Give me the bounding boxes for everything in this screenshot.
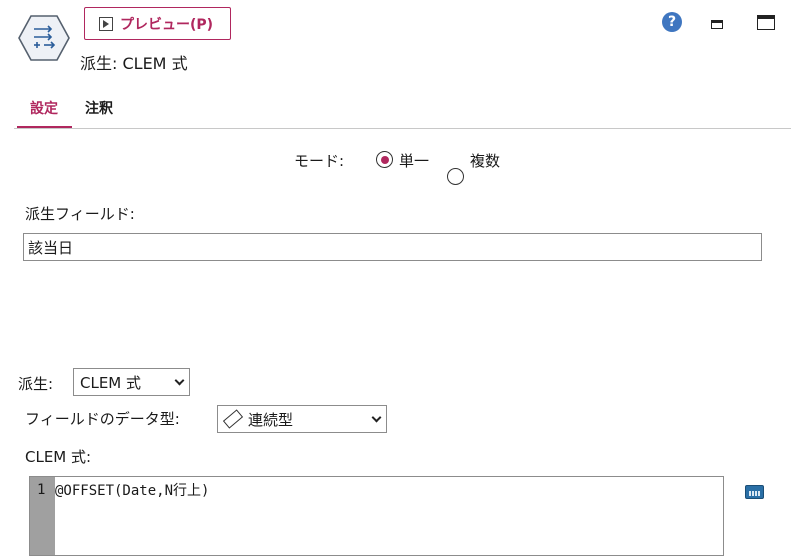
derive-as-select[interactable]: CLEM 式	[73, 368, 190, 396]
preview-button-label: プレビュー(P)	[120, 16, 214, 33]
expression-code[interactable]: @OFFSET(Date,N行上)	[55, 480, 209, 500]
mode-single-label[interactable]: 単一	[399, 150, 429, 171]
derive-as-label: 派生:	[18, 375, 54, 393]
expression-builder-icon[interactable]	[745, 485, 764, 499]
field-type-label: フィールドのデータ型:	[25, 410, 180, 428]
chevron-down-icon	[371, 412, 382, 422]
mode-multiple-radio[interactable]	[447, 168, 464, 185]
field-type-value: 連続型	[248, 410, 294, 429]
minimize-icon[interactable]	[711, 20, 723, 29]
tab-divider	[14, 128, 791, 129]
field-type-select[interactable]: 連続型	[217, 405, 387, 433]
ruler-icon	[222, 409, 244, 429]
maximize-icon[interactable]	[757, 15, 775, 30]
tab-settings[interactable]: 設定	[30, 98, 58, 118]
mode-single-radio[interactable]	[376, 151, 393, 168]
mode-label: モード:	[294, 152, 345, 170]
node-title: 派生: CLEM 式	[80, 54, 188, 73]
tab-annotations[interactable]: 注釈	[85, 98, 113, 118]
mode-multiple-label[interactable]: 複数	[470, 150, 500, 171]
derive-as-value: CLEM 式	[80, 373, 142, 392]
clem-expression-label: CLEM 式:	[25, 448, 92, 466]
derive-field-input[interactable]: 該当日	[23, 233, 762, 261]
preview-button[interactable]: プレビュー(P)	[84, 7, 231, 40]
derive-field-label: 派生フィールド:	[25, 205, 135, 223]
clem-expression-editor[interactable]: 1 @OFFSET(Date,N行上)	[29, 476, 724, 556]
help-icon[interactable]: ?	[662, 12, 682, 32]
chevron-down-icon	[174, 375, 185, 385]
line-number: 1	[37, 482, 46, 498]
derive-node-icon	[18, 14, 70, 62]
play-icon	[99, 16, 113, 31]
